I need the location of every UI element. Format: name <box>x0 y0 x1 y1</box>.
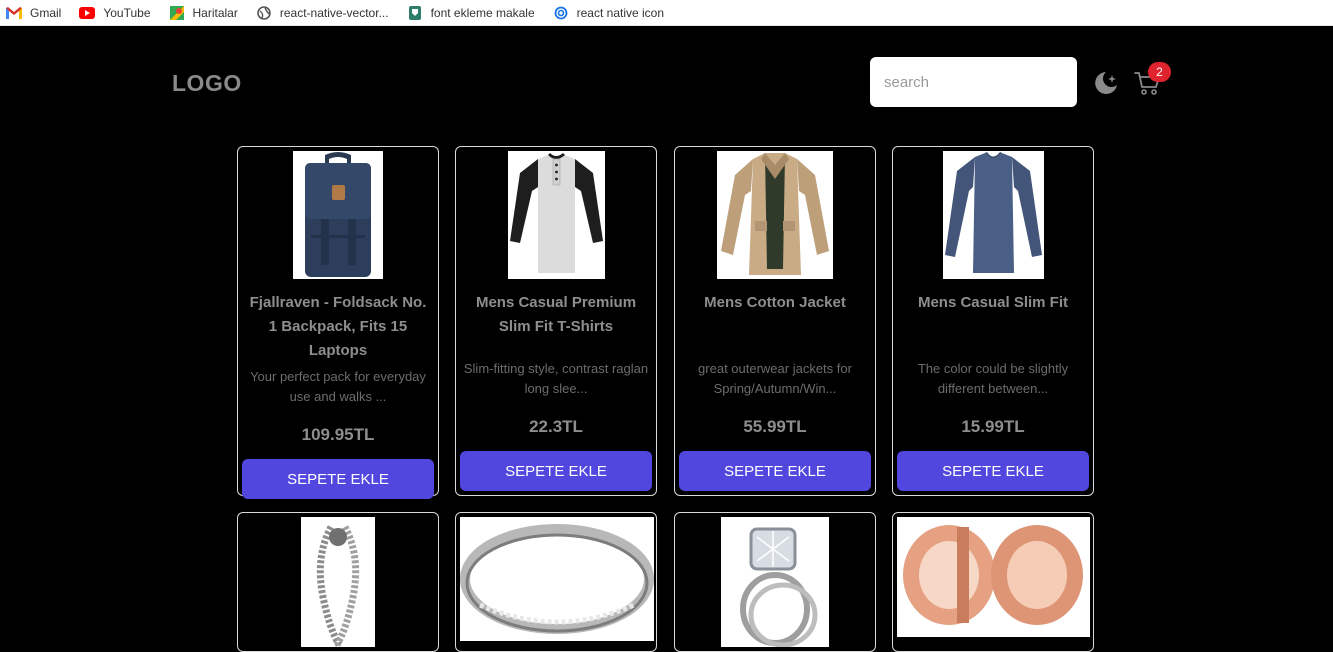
product-card <box>674 512 876 652</box>
product-price: 109.95TL <box>301 425 375 444</box>
product-description: The color could be slightly different be… <box>917 361 1069 396</box>
product-card: Fjallraven - Foldsack No. 1 Backpack, Fi… <box>237 146 439 499</box>
product-description: great outerwear jackets for Spring/Autum… <box>698 361 852 396</box>
bookmark-font-ekleme[interactable]: font ekleme makale <box>407 5 535 20</box>
add-to-cart-button[interactable]: SEPETE EKLE <box>897 451 1089 491</box>
product-price: 22.3TL <box>529 417 583 436</box>
cart-count-badge: 2 <box>1148 62 1171 82</box>
youtube-icon <box>79 6 96 20</box>
bookmark-label: Gmail <box>30 5 62 20</box>
product-card <box>455 512 657 652</box>
moon-stars-icon[interactable] <box>1092 69 1120 97</box>
product-price: 15.99TL <box>961 417 1025 436</box>
bookmark-maps[interactable]: Haritalar <box>169 5 238 20</box>
product-image-tshirt[interactable] <box>508 151 605 279</box>
search-input[interactable] <box>870 57 1077 107</box>
product-image-silver-ring[interactable] <box>460 517 654 641</box>
product-card <box>237 512 439 652</box>
product-price: 55.99TL <box>743 417 807 436</box>
bookmark-page-icon <box>407 5 423 20</box>
globe-icon <box>256 5 272 20</box>
product-title: Fjallraven - Foldsack No. 1 Backpack, Fi… <box>249 294 427 359</box>
app-page: LOGO 2 Fjallraven - Foldsac <box>0 26 1333 652</box>
product-image-rose-gold-plugs[interactable] <box>897 517 1090 637</box>
bookmark-react-native-icon[interactable]: react native icon <box>553 6 664 20</box>
product-image-diamond-ring[interactable] <box>721 517 829 647</box>
bookmark-label: font ekleme makale <box>430 5 535 20</box>
product-image-backpack[interactable] <box>293 151 383 279</box>
product-image-jacket[interactable] <box>717 151 833 279</box>
product-card <box>892 512 1094 652</box>
product-description: Slim-fitting style, contrast raglan long… <box>463 361 649 396</box>
bookmark-react-native-vector[interactable]: react-native-vector... <box>256 6 389 20</box>
product-title: Mens Casual Slim Fit <box>917 294 1069 311</box>
bookmarks-bar: Gmail YouTube Haritalar react-native-vec… <box>0 0 1333 26</box>
product-title: Mens Casual Premium Slim Fit T-Shirts <box>475 294 637 335</box>
logo[interactable]: LOGO <box>172 70 242 97</box>
add-to-cart-button[interactable]: SEPETE EKLE <box>460 451 652 491</box>
bookmark-label: Haritalar <box>192 5 238 20</box>
bookmark-label: YouTube <box>103 5 151 20</box>
product-image-bracelet[interactable] <box>301 517 375 647</box>
maps-icon <box>169 5 185 20</box>
add-to-cart-button[interactable]: SEPETE EKLE <box>679 451 871 491</box>
bookmark-gmail[interactable]: Gmail <box>6 6 61 20</box>
add-to-cart-button[interactable]: SEPETE EKLE <box>242 459 434 499</box>
bookmark-label: react-native-vector... <box>279 5 389 20</box>
gmail-icon <box>6 6 22 20</box>
product-title: Mens Cotton Jacket <box>704 294 846 311</box>
product-card: Mens Cotton Jacket great outerwear jacke… <box>674 146 876 496</box>
swirl-icon <box>553 6 569 20</box>
bookmark-youtube[interactable]: YouTube <box>79 5 151 20</box>
product-description: Your perfect pack for everyday use and w… <box>250 369 426 404</box>
bookmark-label: react native icon <box>576 5 665 20</box>
product-image-longsleeve[interactable] <box>943 151 1044 279</box>
product-card: Mens Casual Premium Slim Fit T-Shirts Sl… <box>455 146 657 496</box>
product-card: Mens Casual Slim Fit The color could be … <box>892 146 1094 496</box>
